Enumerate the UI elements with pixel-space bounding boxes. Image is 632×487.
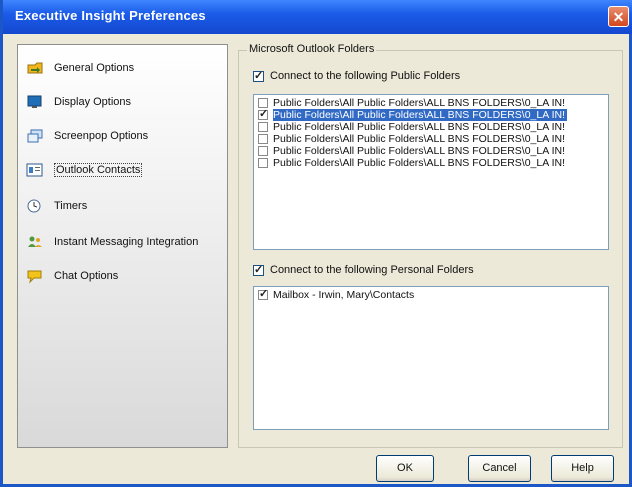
folder-arrow-icon xyxy=(26,60,44,76)
personal-folders-list[interactable]: Mailbox - Irwin, Mary\Contacts xyxy=(253,286,609,430)
title-bar[interactable]: Executive Insight Preferences ✕ xyxy=(3,0,632,34)
sidebar-item-chat-options[interactable]: Chat Options xyxy=(26,265,118,287)
options-sidebar: General Options Display Options Screenpo… xyxy=(17,44,228,448)
personal-folders-label: Connect to the following Personal Folder… xyxy=(270,264,474,276)
help-button[interactable]: Help xyxy=(551,455,614,482)
list-item[interactable]: Public Folders\All Public Folders\ALL BN… xyxy=(254,157,608,169)
users-icon xyxy=(26,234,44,250)
folder-path: Public Folders\All Public Folders\ALL BN… xyxy=(273,97,565,109)
list-item[interactable]: Public Folders\All Public Folders\ALL BN… xyxy=(254,97,608,109)
sidebar-item-label: Outlook Contacts xyxy=(54,163,143,177)
folder-checkbox[interactable] xyxy=(258,146,268,156)
contact-card-icon xyxy=(26,162,44,178)
cancel-button[interactable]: Cancel xyxy=(468,455,531,482)
sidebar-item-timers[interactable]: Timers xyxy=(26,195,87,217)
personal-folders-checkbox[interactable] xyxy=(253,263,264,276)
folder-checkbox[interactable] xyxy=(258,134,268,144)
list-item[interactable]: Public Folders\All Public Folders\ALL BN… xyxy=(254,145,608,157)
folder-path: Public Folders\All Public Folders\ALL BN… xyxy=(273,109,567,121)
sidebar-item-outlook-contacts[interactable]: Outlook Contacts xyxy=(26,159,143,181)
public-folders-label: Connect to the following Public Folders xyxy=(270,70,461,82)
folder-checkbox[interactable] xyxy=(258,122,268,132)
list-item[interactable]: Public Folders\All Public Folders\ALL BN… xyxy=(254,121,608,133)
sidebar-item-screenpop-options[interactable]: Screenpop Options xyxy=(26,125,148,147)
chat-bubble-icon xyxy=(26,268,44,284)
folder-checkbox[interactable] xyxy=(258,158,268,168)
public-folders-checkbox-row[interactable]: Connect to the following Public Folders xyxy=(253,69,461,82)
sidebar-item-label: Timers xyxy=(54,200,88,212)
sidebar-item-label: Display Options xyxy=(54,96,132,108)
clock-icon xyxy=(26,198,44,214)
monitor-icon xyxy=(26,94,44,110)
preferences-window: Executive Insight Preferences ✕ General … xyxy=(0,0,632,487)
sidebar-item-display-options[interactable]: Display Options xyxy=(26,91,131,113)
sidebar-item-label: Chat Options xyxy=(54,270,119,282)
folder-path: Public Folders\All Public Folders\ALL BN… xyxy=(273,157,565,169)
sidebar-item-label: Screenpop Options xyxy=(54,130,149,142)
sidebar-item-label: Instant Messaging Integration xyxy=(54,236,199,248)
ok-button[interactable]: OK xyxy=(376,455,434,482)
public-folders-checkbox[interactable] xyxy=(253,69,264,82)
list-item[interactable]: Mailbox - Irwin, Mary\Contacts xyxy=(254,288,608,301)
folder-checkbox[interactable] xyxy=(258,108,268,120)
folder-checkbox[interactable] xyxy=(258,288,268,300)
folder-path: Public Folders\All Public Folders\ALL BN… xyxy=(273,133,565,145)
close-button[interactable]: ✕ xyxy=(608,6,629,27)
group-title: Microsoft Outlook Folders xyxy=(247,43,377,55)
list-item[interactable]: Public Folders\All Public Folders\ALL BN… xyxy=(254,133,608,145)
folder-path: Mailbox - Irwin, Mary\Contacts xyxy=(273,289,415,301)
screenpop-icon xyxy=(26,128,44,144)
sidebar-item-general-options[interactable]: General Options xyxy=(26,57,134,79)
personal-folders-checkbox-row[interactable]: Connect to the following Personal Folder… xyxy=(253,263,474,276)
list-item[interactable]: Public Folders\All Public Folders\ALL BN… xyxy=(254,108,608,121)
folder-path: Public Folders\All Public Folders\ALL BN… xyxy=(273,121,565,133)
sidebar-item-label: General Options xyxy=(54,62,135,74)
folder-checkbox[interactable] xyxy=(258,98,268,108)
window-title: Executive Insight Preferences xyxy=(15,8,206,23)
sidebar-item-instant-messaging[interactable]: Instant Messaging Integration xyxy=(26,231,198,253)
public-folders-list[interactable]: Public Folders\All Public Folders\ALL BN… xyxy=(253,94,609,250)
folder-path: Public Folders\All Public Folders\ALL BN… xyxy=(273,145,565,157)
